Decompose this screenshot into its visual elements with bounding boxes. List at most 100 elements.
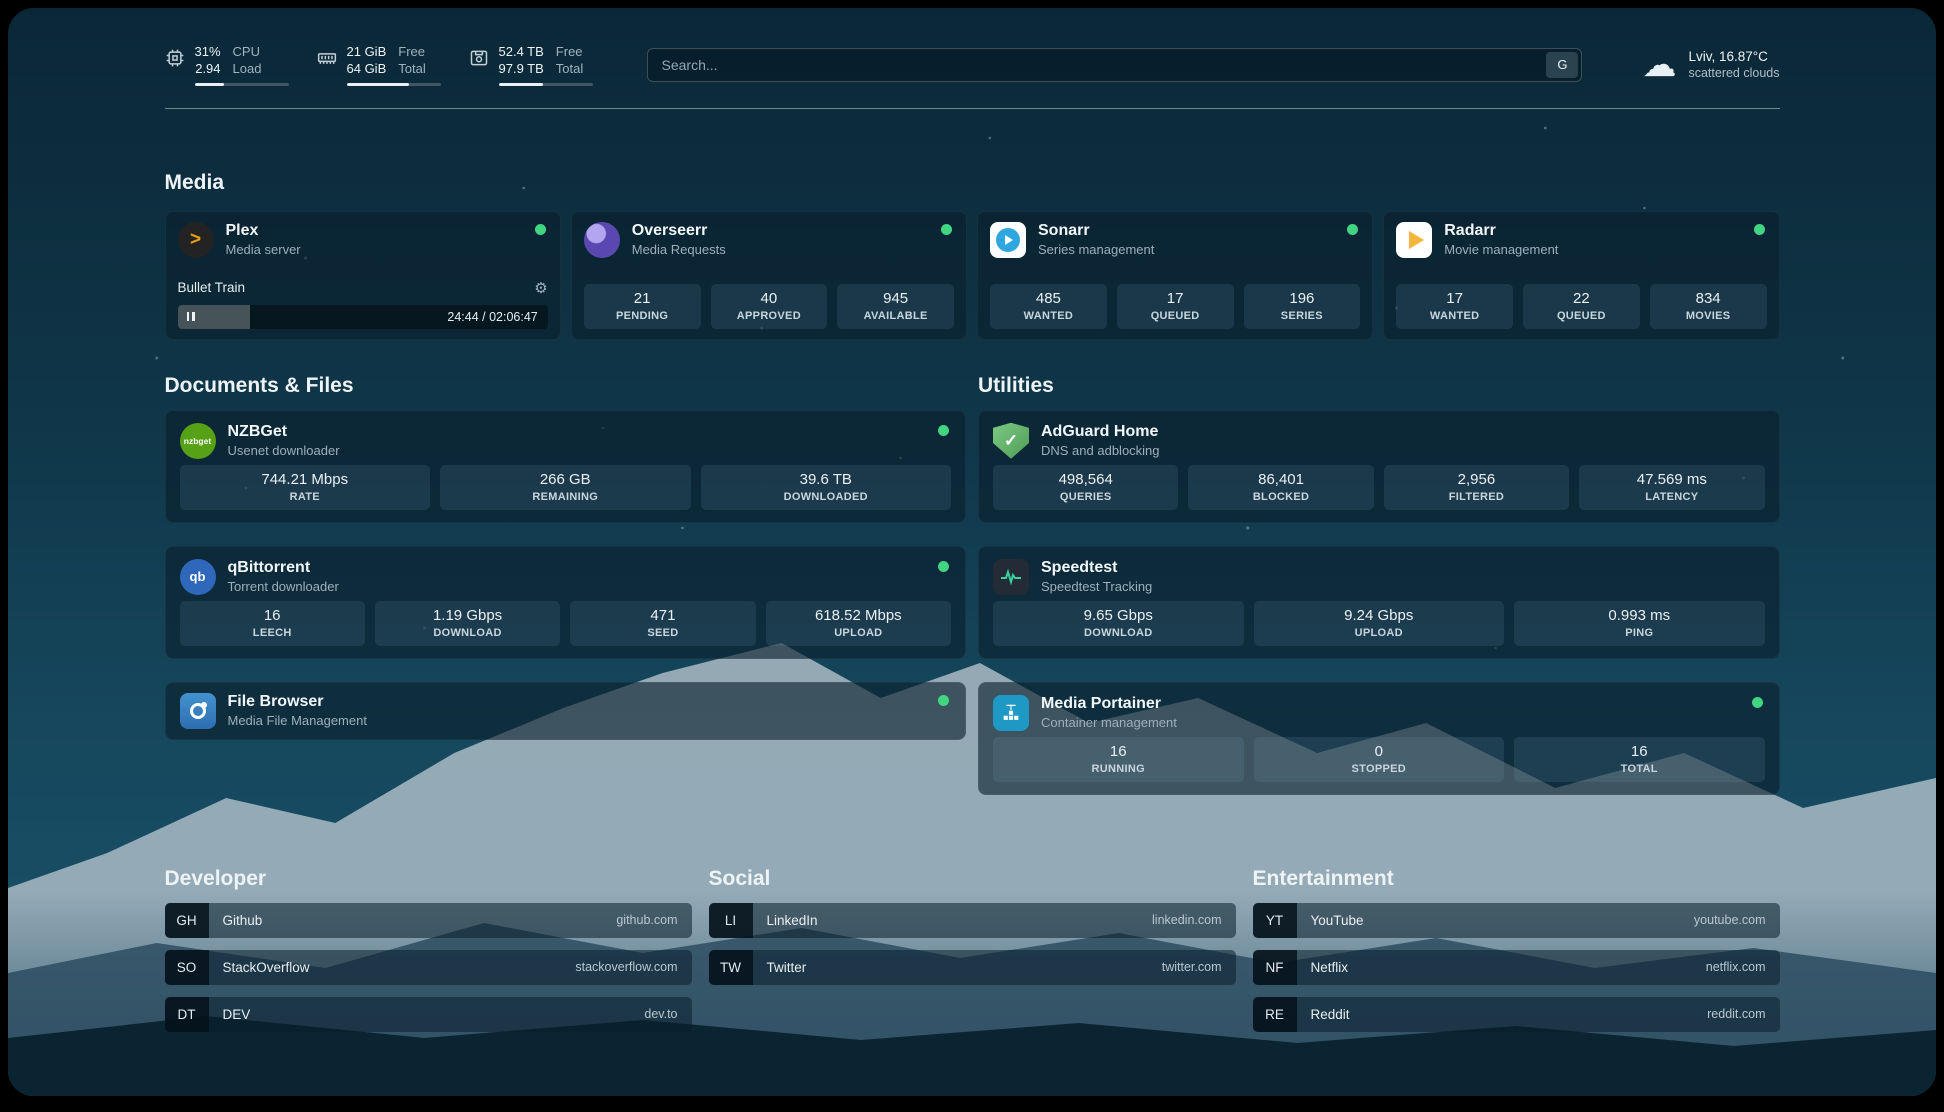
section-utilities: Utilities AdGuard Home DNS and adblockin…	[978, 374, 1780, 795]
stat: 498,564QUERIES	[993, 465, 1178, 510]
section-title-documents: Documents & Files	[165, 374, 967, 398]
service-desc: Series management	[1038, 242, 1154, 257]
stat: 16RUNNING	[993, 737, 1244, 782]
bookmark-name: YouTube	[1311, 913, 1364, 928]
memory-progress-bar	[347, 83, 441, 86]
bookmark-stackoverflow[interactable]: SO StackOverflow stackoverflow.com	[165, 950, 692, 985]
overseerr-icon	[584, 222, 620, 258]
overseerr-card[interactable]: Overseerr Media Requests 21PENDING 40APP…	[571, 211, 967, 340]
cpu-monitor: 31% 2.94 CPU Load	[165, 44, 289, 86]
bookmark-url: github.com	[616, 913, 677, 927]
qbittorrent-icon: qb	[180, 559, 216, 595]
service-name: Overseerr	[632, 222, 726, 240]
stat: 86,401BLOCKED	[1188, 465, 1373, 510]
gear-icon[interactable]: ⚙	[534, 279, 547, 297]
bookmark-netflix[interactable]: NF Netflix netflix.com	[1253, 950, 1780, 985]
service-name: Plex	[226, 222, 301, 240]
disk-progress-bar	[499, 83, 593, 86]
nzbget-card[interactable]: nzbget NZBGet Usenet downloader 744.21 M…	[165, 410, 967, 523]
bookmark-name: Github	[223, 913, 263, 928]
bookmark-github[interactable]: GH Github github.com	[165, 903, 692, 938]
status-dot	[941, 224, 952, 235]
service-desc: Torrent downloader	[228, 579, 339, 594]
service-name: AdGuard Home	[1041, 423, 1160, 441]
stat: 0.993 msPING	[1514, 601, 1765, 646]
plex-card[interactable]: Plex Media server Bullet Train ⚙	[165, 211, 561, 340]
sonarr-card[interactable]: Sonarr Series management 485WANTED 17QUE…	[977, 211, 1373, 340]
service-name: Media Portainer	[1041, 695, 1177, 713]
status-dot	[938, 695, 949, 706]
memory-total-label: Total	[398, 61, 425, 78]
bookmark-name: Reddit	[1311, 1007, 1350, 1022]
service-name: Speedtest	[1041, 559, 1152, 577]
section-title-utilities: Utilities	[978, 374, 1780, 398]
section-developer: Developer GH Github github.com SO StackO…	[165, 867, 692, 1032]
stat: 16LEECH	[180, 601, 365, 646]
search-bar: G	[647, 48, 1583, 82]
filebrowser-card[interactable]: File Browser Media File Management	[165, 682, 967, 740]
service-desc: Speedtest Tracking	[1041, 579, 1152, 594]
memory-total-value: 64 GiB	[347, 61, 387, 78]
service-desc: DNS and adblocking	[1041, 443, 1160, 458]
stat: 16TOTAL	[1514, 737, 1765, 782]
service-name: Sonarr	[1038, 222, 1154, 240]
playback-time: 24:44 / 02:06:47	[447, 310, 537, 324]
status-dot	[938, 561, 949, 572]
stat: 1.19 GbpsDOWNLOAD	[375, 601, 560, 646]
bookmark-abbr: DT	[165, 997, 209, 1032]
adguard-card[interactable]: AdGuard Home DNS and adblocking 498,564Q…	[978, 410, 1780, 523]
section-social: Social LI LinkedIn linkedin.com TW Twitt…	[709, 867, 1236, 1032]
section-entertainment: Entertainment YT YouTube youtube.com NF …	[1253, 867, 1780, 1032]
stat: 196SERIES	[1244, 284, 1361, 329]
service-desc: Media File Management	[228, 713, 367, 728]
dashboard-window: 31% 2.94 CPU Load	[8, 8, 1936, 1096]
stat: 9.24 GbpsUPLOAD	[1254, 601, 1505, 646]
service-name: qBittorrent	[228, 559, 339, 577]
bookmark-url: twitter.com	[1162, 960, 1222, 974]
status-dot	[535, 224, 546, 235]
memory-icon	[317, 48, 337, 68]
service-desc: Media server	[226, 242, 301, 257]
speedtest-icon	[993, 559, 1029, 595]
weather-condition: scattered clouds	[1688, 66, 1779, 80]
bookmark-dev[interactable]: DT DEV dev.to	[165, 997, 692, 1032]
bookmark-abbr: RE	[1253, 997, 1297, 1032]
qbittorrent-card[interactable]: qb qBittorrent Torrent downloader 16LEEC…	[165, 546, 967, 659]
speedtest-card[interactable]: Speedtest Speedtest Tracking 9.65 GbpsDO…	[978, 546, 1780, 659]
memory-free-value: 21 GiB	[347, 44, 387, 61]
service-desc: Movie management	[1444, 242, 1558, 257]
bookmark-name: LinkedIn	[767, 913, 818, 928]
stat: 485WANTED	[990, 284, 1107, 329]
section-title-media: Media	[165, 171, 1780, 195]
status-dot	[1347, 224, 1358, 235]
service-name: Radarr	[1444, 222, 1558, 240]
cpu-progress-bar	[195, 83, 289, 86]
bookmark-url: reddit.com	[1707, 1007, 1765, 1021]
bookmark-reddit[interactable]: RE Reddit reddit.com	[1253, 997, 1780, 1032]
section-title-developer: Developer	[165, 867, 692, 891]
cpu-load-label: Load	[233, 61, 262, 78]
search-engine-button[interactable]: G	[1546, 52, 1578, 78]
bookmark-abbr: YT	[1253, 903, 1297, 938]
radarr-card[interactable]: Radarr Movie management 17WANTED 22QUEUE…	[1383, 211, 1779, 340]
stat: 471SEED	[570, 601, 755, 646]
plex-icon	[178, 222, 214, 258]
playback-progress-bar[interactable]: 24:44 / 02:06:47	[178, 305, 548, 329]
bookmark-abbr: LI	[709, 903, 753, 938]
stat: 22QUEUED	[1523, 284, 1640, 329]
stat: 945AVAILABLE	[837, 284, 954, 329]
weather-location: Lviv, 16.87°C	[1688, 49, 1779, 64]
disk-icon	[469, 48, 489, 68]
portainer-card[interactable]: Media Portainer Container management 16R…	[978, 682, 1780, 795]
bookmark-twitter[interactable]: TW Twitter twitter.com	[709, 950, 1236, 985]
service-name: NZBGet	[228, 423, 340, 441]
sonarr-icon	[990, 222, 1026, 258]
stat: 9.65 GbpsDOWNLOAD	[993, 601, 1244, 646]
topbar-divider	[165, 108, 1780, 109]
bookmark-linkedin[interactable]: LI LinkedIn linkedin.com	[709, 903, 1236, 938]
search-input[interactable]	[647, 48, 1583, 82]
stat: 47.569 msLATENCY	[1579, 465, 1764, 510]
cpu-label: CPU	[233, 44, 262, 61]
bookmark-youtube[interactable]: YT YouTube youtube.com	[1253, 903, 1780, 938]
bookmark-name: DEV	[223, 1007, 251, 1022]
